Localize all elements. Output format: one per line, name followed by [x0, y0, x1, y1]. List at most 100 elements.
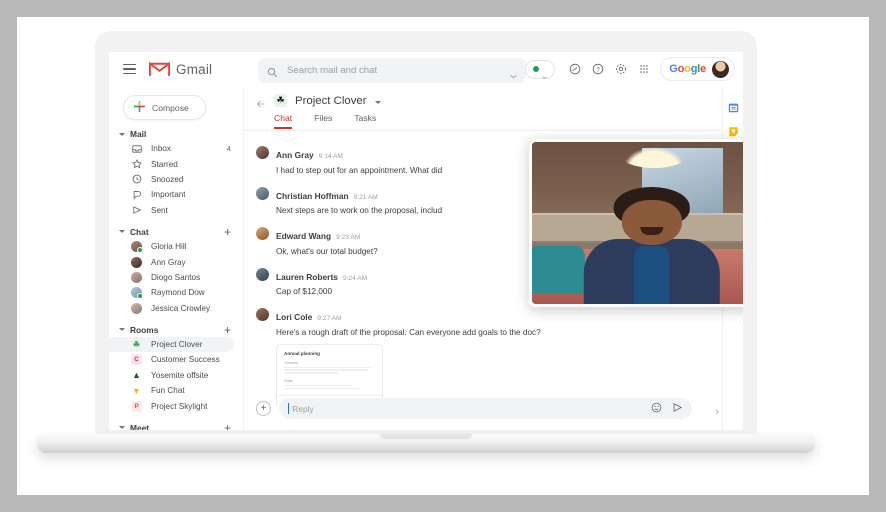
clover-icon: ☘ — [131, 339, 142, 351]
google-account-chip[interactable]: Google — [660, 57, 735, 81]
sidebar-section-chat[interactable]: Chat + — [119, 226, 243, 238]
sidebar-item-gloria-hill[interactable]: Gloria Hill — [109, 239, 243, 254]
sidebar-item-jessica-crowley[interactable]: Jessica Crowley — [109, 301, 243, 316]
avatar — [131, 271, 142, 283]
chevron-down-icon[interactable] — [374, 100, 381, 104]
tab-files[interactable]: Files — [314, 113, 332, 127]
sidebar-item-label: Customer Success — [151, 355, 220, 365]
avatar — [131, 256, 142, 268]
active-status-icon[interactable] — [563, 58, 586, 81]
status-dot-icon — [533, 66, 540, 72]
sidebar-item-label: Raymond Dow — [151, 288, 205, 298]
app-header: Gmail Search mail and chat ? Google — [109, 52, 743, 88]
sidebar-section-mail[interactable]: Mail — [119, 129, 243, 139]
avatar — [256, 186, 269, 200]
add-meeting-icon[interactable]: + — [224, 422, 231, 430]
chevron-right-icon[interactable]: › — [715, 406, 719, 418]
chevron-down-icon — [119, 132, 125, 136]
send-icon — [131, 205, 142, 216]
sidebar-item-label: Fun Chat — [151, 386, 185, 396]
message-sender: Edward Wang — [276, 231, 332, 241]
room-avatar: ☘ — [274, 94, 287, 107]
chevron-down-icon — [119, 328, 125, 332]
search-placeholder: Search mail and chat — [287, 65, 378, 76]
meet-video-overlay[interactable]: Matthew 5 others — [529, 139, 743, 307]
letter-c-icon: C — [131, 354, 142, 366]
chevron-down-icon[interactable] — [510, 67, 517, 79]
sidebar-item-project-skylight[interactable]: P Project Skylight — [109, 398, 243, 413]
gmail-app-window: Gmail Search mail and chat ? Google Comp… — [109, 52, 743, 430]
message-time: 9:21 AM — [353, 193, 378, 201]
sidebar-item-inbox[interactable]: Inbox 4 — [109, 141, 243, 156]
sidebar-item-label: Ann Gray — [151, 257, 186, 267]
avatar — [256, 267, 269, 281]
sidebar-item-label: Gloria Hill — [151, 242, 187, 252]
search-input[interactable]: Search mail and chat — [258, 58, 526, 83]
doc-preview-heading: Annual planning — [284, 350, 320, 356]
section-title: Chat — [130, 226, 149, 237]
back-arrow-icon[interactable] — [256, 96, 266, 107]
apps-grid-icon[interactable] — [632, 58, 655, 81]
tab-tasks[interactable]: Tasks — [354, 113, 376, 127]
mountain-icon: ▲ — [132, 370, 141, 381]
plus-circle-icon[interactable]: + — [256, 401, 271, 416]
settings-icon[interactable] — [609, 58, 632, 81]
doc-attachment-card[interactable]: Annual planning Overview Goals — [276, 343, 383, 405]
search-icon — [267, 65, 278, 78]
gmail-logo: Gmail — [148, 61, 213, 77]
tab-chat[interactable]: Chat — [274, 113, 293, 129]
sidebar-item-label: Project Clover — [151, 340, 203, 350]
sidebar-item-yosemite-offsite[interactable]: ▲ Yosemite offsite — [109, 368, 243, 383]
gmail-m-icon — [148, 61, 171, 77]
sidebar-item-customer-success[interactable]: C Customer Success — [109, 352, 243, 367]
sidebar-item-starred[interactable]: Starred — [109, 156, 243, 171]
sidebar-item-label: Important — [151, 190, 186, 200]
calendar-icon[interactable] — [728, 100, 739, 113]
add-room-icon[interactable]: + — [224, 324, 231, 336]
plus-icon — [134, 99, 145, 117]
reply-input[interactable]: Reply — [279, 398, 692, 419]
avatar — [256, 227, 269, 240]
sidebar-item-snoozed[interactable]: Snoozed — [109, 172, 243, 187]
sidebar-item-sent[interactable]: Sent — [109, 203, 243, 218]
star-icon — [131, 159, 142, 170]
section-title: Rooms — [130, 324, 159, 335]
sidebar-item-label: Diogo Santos — [151, 272, 201, 282]
sidebar-item-raymond-dow[interactable]: Raymond Dow — [109, 285, 243, 300]
laptop-base — [37, 434, 815, 453]
keep-icon[interactable] — [728, 124, 739, 137]
chevron-down-icon — [542, 67, 548, 79]
sidebar-item-label: Project Skylight — [151, 401, 208, 411]
send-icon[interactable] — [672, 400, 683, 418]
help-icon[interactable]: ? — [586, 58, 609, 81]
laptop-notch — [380, 434, 472, 439]
important-icon — [131, 189, 142, 200]
laptop-screen: Gmail Search mail and chat ? Google Comp… — [96, 32, 756, 435]
drink-icon: ▼ — [132, 385, 141, 396]
sidebar-item-label: Inbox — [151, 144, 172, 154]
sidebar-item-fun-chat[interactable]: ▼ Fun Chat — [109, 383, 243, 398]
message-sender: Lori Cole — [276, 312, 313, 322]
message-text: I had to step out for an appointment. Wh… — [276, 165, 443, 175]
sidebar-item-label: Yosemite offsite — [151, 370, 209, 380]
main-menu-icon[interactable] — [123, 64, 136, 75]
sidebar-item-important[interactable]: Important — [109, 187, 243, 202]
sidebar-section-meet[interactable]: Meet + — [119, 422, 243, 430]
sidebar-item-label: Starred — [151, 159, 178, 169]
avatar — [131, 287, 143, 300]
sidebar-item-ann-gray[interactable]: Ann Gray — [109, 254, 243, 269]
sidebar-item-project-clover[interactable]: ☘ Project Clover — [109, 336, 234, 353]
add-chat-icon[interactable]: + — [224, 226, 231, 238]
emoji-icon[interactable] — [651, 400, 662, 418]
sidebar-item-diogo-santos[interactable]: Diogo Santos — [109, 270, 243, 285]
svg-text:?: ? — [596, 67, 600, 73]
meet-main-video[interactable] — [532, 142, 743, 304]
status-badge[interactable] — [525, 59, 556, 79]
gmail-wordmark: Gmail — [176, 61, 213, 77]
compose-button[interactable]: Compose — [123, 95, 206, 120]
avatar[interactable] — [712, 60, 729, 78]
sidebar-section-rooms[interactable]: Rooms + — [119, 324, 243, 336]
chevron-down-icon — [119, 426, 125, 430]
sidebar: Compose Mail Inbox 4 Starred Snoozed Imp… — [109, 88, 243, 430]
text-caret — [288, 403, 290, 414]
